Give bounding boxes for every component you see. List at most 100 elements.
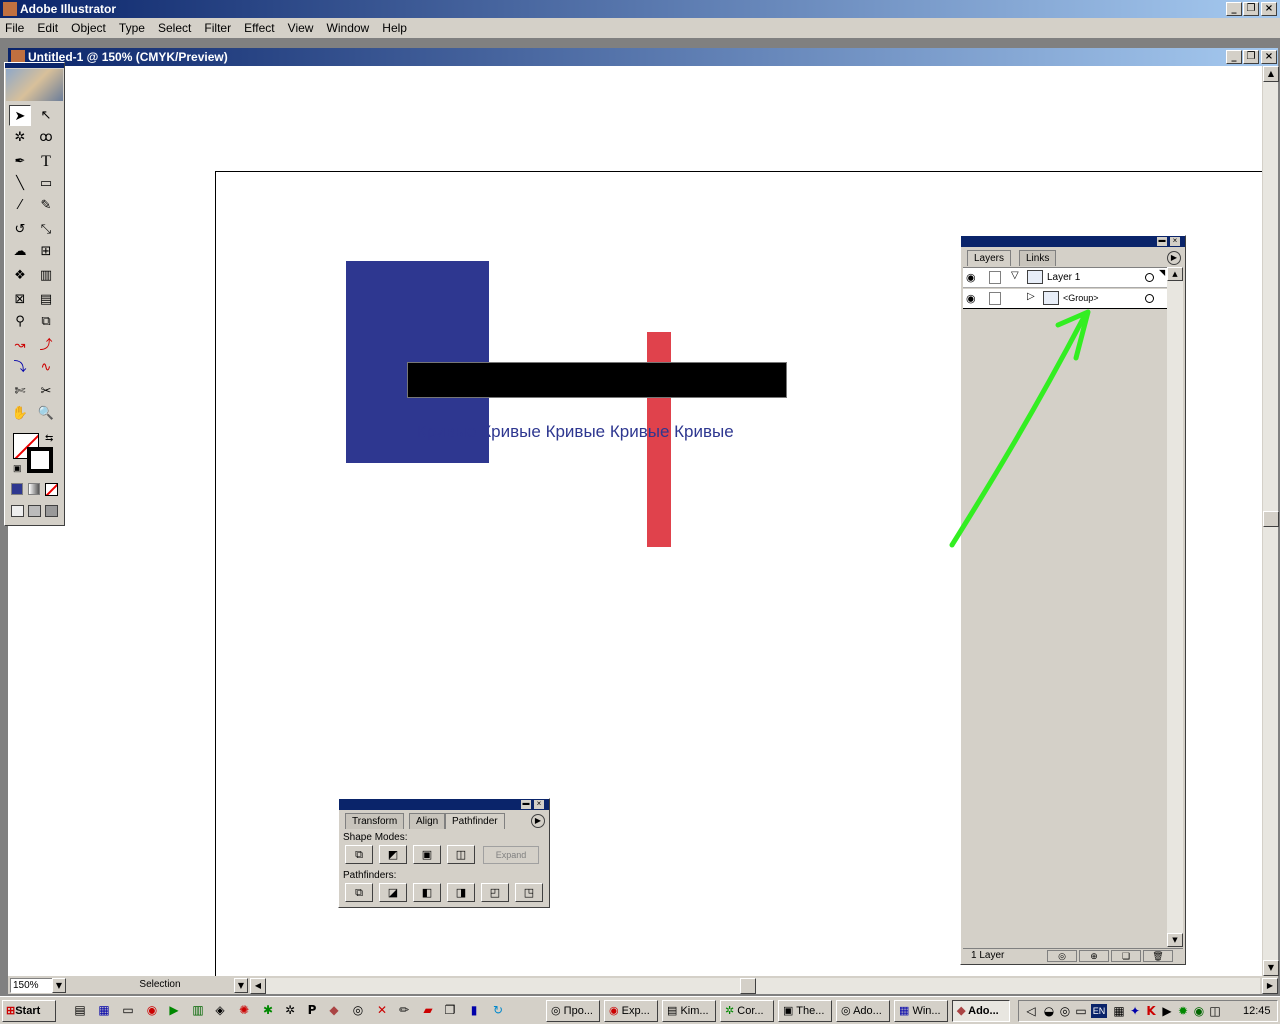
menu-help[interactable]: Help <box>377 18 412 35</box>
task-button-1[interactable]: ◎ Про... <box>546 1000 600 1022</box>
scissors-tool-icon[interactable]: ✂ <box>35 381 57 402</box>
p-app-icon[interactable]: P <box>304 1002 320 1018</box>
symbol-sprayer-tool-icon[interactable]: ❖ <box>9 265 31 286</box>
expand-button[interactable]: Expand <box>483 846 539 864</box>
horizontal-scroll-track[interactable] <box>266 978 1260 994</box>
hand-tool-icon[interactable]: ✋ <box>9 403 31 424</box>
docs-icon[interactable]: ▰ <box>420 1002 436 1018</box>
minimize-button[interactable]: _ <box>1226 2 1242 16</box>
group-target-circle-icon[interactable] <box>1145 294 1154 303</box>
illustrator-quick-icon[interactable]: ◆ <box>326 1002 342 1018</box>
full-screen-mode-button[interactable] <box>45 505 58 517</box>
menu-view[interactable]: View <box>283 18 319 35</box>
corel-icon[interactable]: ✲ <box>282 1002 298 1018</box>
expand-triangle-icon[interactable]: ▽ <box>1011 270 1019 281</box>
pathfinder-close-button[interactable]: × <box>534 800 544 809</box>
start-button[interactable]: ⊞Start <box>2 1000 56 1022</box>
new-sublayer-icon[interactable]: ⊕ <box>1079 950 1109 962</box>
layers-close-button[interactable]: × <box>1170 237 1180 246</box>
stroke-swatch[interactable] <box>27 447 53 473</box>
close-button[interactable]: × <box>1261 2 1277 16</box>
tray-icon-6[interactable]: ✦ <box>1127 1003 1143 1019</box>
black-rectangle[interactable] <box>407 362 787 398</box>
layers-scrollbar[interactable]: ▲ ▼ <box>1167 267 1183 947</box>
book-icon[interactable]: ▮ <box>466 1002 482 1018</box>
minus-back-icon[interactable]: ◳ <box>515 883 543 902</box>
exclude-overlapping-icon[interactable]: ◫ <box>447 845 475 864</box>
zoom-tool-icon[interactable]: 🔍 <box>35 403 57 424</box>
scroll-thumb[interactable] <box>1263 511 1279 527</box>
mesh-tool-icon[interactable]: ⊠ <box>9 289 31 310</box>
menu-edit[interactable]: Edit <box>32 18 63 35</box>
status-field[interactable]: Selection <box>72 978 248 993</box>
restore-button[interactable]: ❐ <box>1243 2 1259 16</box>
doc-close-button[interactable]: × <box>1261 50 1277 64</box>
toolbox-grip[interactable] <box>5 63 64 68</box>
column-graph-tool-icon[interactable]: ▥ <box>35 265 57 286</box>
pencil-tool-icon[interactable]: ✎ <box>35 195 57 216</box>
paintbrush-tool-icon[interactable]: ⁄ <box>9 195 31 216</box>
color-mode-button[interactable] <box>11 483 23 495</box>
tools-icon[interactable]: ✏ <box>396 1002 412 1018</box>
tab-layers[interactable]: Layers <box>967 250 1012 266</box>
layers-palette-titlebar[interactable] <box>961 236 1185 247</box>
pathfinder-menu-arrow-icon[interactable]: ▶ <box>531 814 545 828</box>
media-icon[interactable]: ▶ <box>166 1002 182 1018</box>
network-icon[interactable]: ▭ <box>1073 1003 1089 1019</box>
tab-transform[interactable]: Transform <box>345 813 405 829</box>
status-dropdown-icon[interactable]: ▼ <box>234 978 248 993</box>
menu-object[interactable]: Object <box>66 18 111 35</box>
ie-icon[interactable]: ◎ <box>350 1002 366 1018</box>
tab-links[interactable]: Links <box>1019 250 1057 266</box>
task-button-6[interactable]: ◎ Ado... <box>836 1000 890 1022</box>
layers-menu-arrow-icon[interactable]: ▶ <box>1167 251 1181 265</box>
scroll-left-arrow[interactable]: ◀ <box>250 978 266 994</box>
selection-tool-icon[interactable]: ➤ <box>9 105 31 126</box>
add-to-shape-area-icon[interactable]: ⧉ <box>345 845 373 864</box>
magic-wand-tool-icon[interactable]: ✲ <box>9 127 31 148</box>
gradient-tool-icon[interactable]: ▤ <box>35 289 57 310</box>
volume-icon[interactable]: ◁ <box>1023 1003 1039 1019</box>
doc-minimize-button[interactable]: _ <box>1226 50 1242 64</box>
slice-tool-icon[interactable]: ✄ <box>9 381 31 402</box>
menu-file[interactable]: File <box>0 18 29 35</box>
trash-icon[interactable]: 🗑 <box>1143 950 1173 962</box>
divide-icon[interactable]: ⧉ <box>345 883 373 902</box>
my-computer-icon[interactable]: ▭ <box>120 1002 136 1018</box>
warp-tool-icon[interactable]: ☁ <box>9 241 31 262</box>
make-clipping-mask-icon[interactable]: ◎ <box>1047 950 1077 962</box>
free-transform-tool-icon[interactable]: ⊞ <box>35 241 57 262</box>
scale-tool-icon[interactable]: ⤡ <box>35 219 57 240</box>
refresh-icon[interactable]: ↻ <box>490 1002 506 1018</box>
tab-align[interactable]: Align <box>409 813 446 829</box>
tray-icon-2[interactable]: ◒ <box>1041 1003 1057 1019</box>
direct-selection-tool-icon[interactable]: ↖ <box>35 105 57 126</box>
auto-trace-tool-icon[interactable]: ↝ <box>9 335 31 356</box>
line-tool-icon[interactable]: ╲ <box>9 173 31 194</box>
excel-icon[interactable]: ▥ <box>190 1002 206 1018</box>
task-button-4[interactable]: ✲ Cor... <box>720 1000 774 1022</box>
show-desktop-icon[interactable]: ▤ <box>72 1002 88 1018</box>
scroll-down-arrow[interactable]: ▼ <box>1263 960 1279 976</box>
scroll-up-arrow[interactable]: ▲ <box>1263 66 1279 82</box>
type-tool-icon[interactable]: T <box>35 151 57 172</box>
kaspersky-icon[interactable]: K <box>1143 1003 1159 1019</box>
task-button-3[interactable]: ▤ Kim... <box>662 1000 716 1022</box>
new-layer-icon[interactable]: ❏ <box>1111 950 1141 962</box>
zoom-dropdown-icon[interactable]: ▼ <box>52 978 66 993</box>
windows-icon[interactable]: ❐ <box>442 1002 458 1018</box>
x-app-icon[interactable]: ✕ <box>374 1002 390 1018</box>
splat-icon[interactable]: ✺ <box>236 1002 252 1018</box>
task-button-2[interactable]: ◉ Exp... <box>604 1000 658 1022</box>
vertical-scrollbar[interactable]: ▲ ▼ <box>1262 66 1279 976</box>
layers-scroll-down[interactable]: ▼ <box>1167 933 1183 947</box>
tray-icon-11[interactable]: ◫ <box>1207 1003 1223 1019</box>
pathfinder-minimize-button[interactable]: ▬ <box>521 800 531 809</box>
crop-icon[interactable]: ◨ <box>447 883 475 902</box>
menu-window[interactable]: Window <box>322 18 375 35</box>
menu-effect[interactable]: Effect <box>239 18 279 35</box>
pathfinder-palette-titlebar[interactable] <box>339 799 549 810</box>
pen-tool-icon[interactable]: ✒ <box>9 151 31 172</box>
scroll-right-arrow[interactable]: ▶ <box>1262 978 1278 994</box>
outline-icon[interactable]: ◰ <box>481 883 509 902</box>
